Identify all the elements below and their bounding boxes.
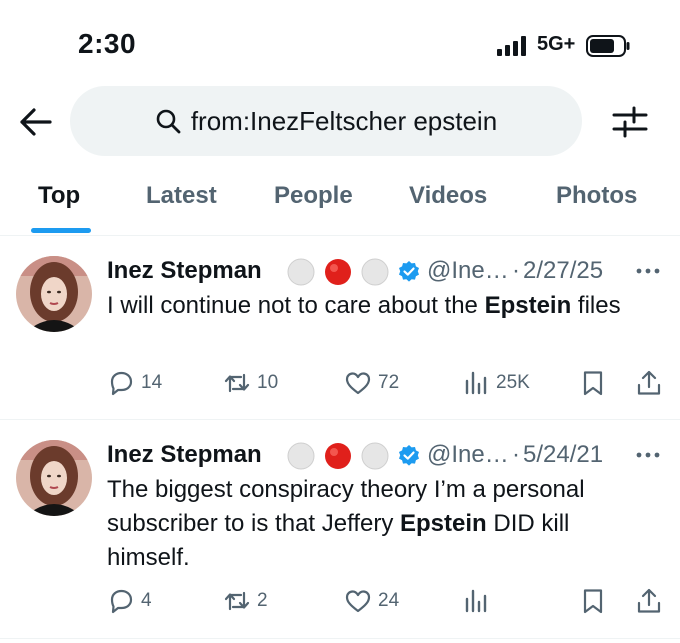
back-button[interactable]: [14, 100, 58, 144]
back-arrow-icon: [20, 108, 52, 136]
active-tab-indicator: [31, 228, 91, 233]
status-time: 2:30: [78, 28, 137, 59]
tweet[interactable]: Inez Stepman @Ine… · 2/27/25 I will cont…: [0, 237, 680, 420]
status-bar: 2:30 5G+: [0, 0, 680, 90]
filter-sliders-icon: [612, 106, 648, 138]
search-query: from:InezFeltscher epstein: [190, 105, 498, 136]
tab-top[interactable]: Top: [38, 182, 80, 210]
user-handle[interactable]: @Ine…: [427, 441, 509, 469]
bookmark-button[interactable]: [579, 586, 607, 616]
views-icon: [465, 371, 487, 395]
like-count: 24: [378, 590, 400, 611]
share-icon: [637, 370, 661, 395]
tweet-actions: 4 2 24: [107, 586, 667, 616]
bookmark-icon: [583, 589, 603, 614]
reply-icon: [110, 589, 133, 614]
more-icon[interactable]: [635, 447, 661, 463]
tweet-header: Inez Stepman @Ine… · 2/27/25: [107, 257, 667, 287]
tweet-text: I will continue not to care about the Ep…: [107, 292, 621, 319]
repost-button[interactable]: 10: [223, 368, 278, 398]
views-button[interactable]: 25K: [462, 368, 530, 398]
bookmark-icon: [583, 371, 603, 396]
search-tabs: Top Latest People Videos Photos: [0, 160, 680, 236]
like-button[interactable]: 72: [344, 368, 399, 398]
views-button[interactable]: [462, 586, 496, 616]
tweet-actions: 14 10 72 25K: [107, 368, 667, 398]
display-name[interactable]: Inez Stepman: [107, 441, 262, 469]
repost-icon: [224, 373, 250, 393]
share-button[interactable]: [635, 368, 663, 398]
user-handle[interactable]: @Ine…: [427, 257, 509, 285]
like-count: 72: [378, 372, 400, 393]
share-icon: [637, 588, 661, 613]
reply-button[interactable]: 4: [107, 586, 152, 616]
network-type: 5G+: [537, 33, 576, 55]
bookmark-button[interactable]: [579, 368, 607, 398]
battery-icon: [586, 35, 630, 57]
reply-icon: [110, 371, 133, 396]
reply-button[interactable]: 14: [107, 368, 162, 398]
like-icon: [345, 590, 371, 613]
tweet[interactable]: Inez Stepman @Ine… · 5/24/21 The biggest…: [0, 421, 680, 639]
search-icon: [156, 109, 181, 134]
repost-icon: [224, 591, 250, 611]
search-input[interactable]: from:InezFeltscher epstein: [70, 86, 582, 156]
avatar[interactable]: [16, 440, 92, 516]
name-emoji-circles: [287, 258, 389, 286]
share-button[interactable]: [635, 586, 663, 616]
search-filter-button[interactable]: [606, 100, 654, 144]
tweet-date[interactable]: 5/24/21: [523, 441, 603, 469]
views-count: 25K: [496, 372, 530, 393]
signal-icon: [497, 36, 526, 56]
tweet-text: The biggest conspiracy theory I’m a pers…: [107, 476, 585, 571]
name-emoji-circles: [287, 442, 389, 470]
tweet-date[interactable]: 2/27/25: [523, 257, 603, 285]
separator-dot: ·: [512, 441, 520, 468]
views-icon: [465, 589, 487, 613]
verified-badge-icon: [399, 261, 419, 282]
tab-videos[interactable]: Videos: [409, 182, 487, 210]
reply-count: 14: [141, 372, 163, 393]
repost-button[interactable]: 2: [223, 586, 268, 616]
display-name[interactable]: Inez Stepman: [107, 257, 262, 285]
separator-dot: ·: [512, 257, 520, 284]
repost-count: 10: [257, 372, 279, 393]
like-icon: [345, 372, 371, 395]
more-icon[interactable]: [635, 263, 661, 279]
repost-count: 2: [257, 590, 268, 611]
tab-people[interactable]: People: [274, 182, 353, 210]
like-button[interactable]: 24: [344, 586, 399, 616]
reply-count: 4: [141, 590, 152, 611]
tab-photos[interactable]: Photos: [556, 182, 637, 210]
avatar[interactable]: [16, 256, 92, 332]
verified-badge-icon: [399, 445, 419, 466]
tweet-header: Inez Stepman @Ine… · 5/24/21: [107, 441, 667, 471]
tab-latest[interactable]: Latest: [146, 182, 217, 210]
